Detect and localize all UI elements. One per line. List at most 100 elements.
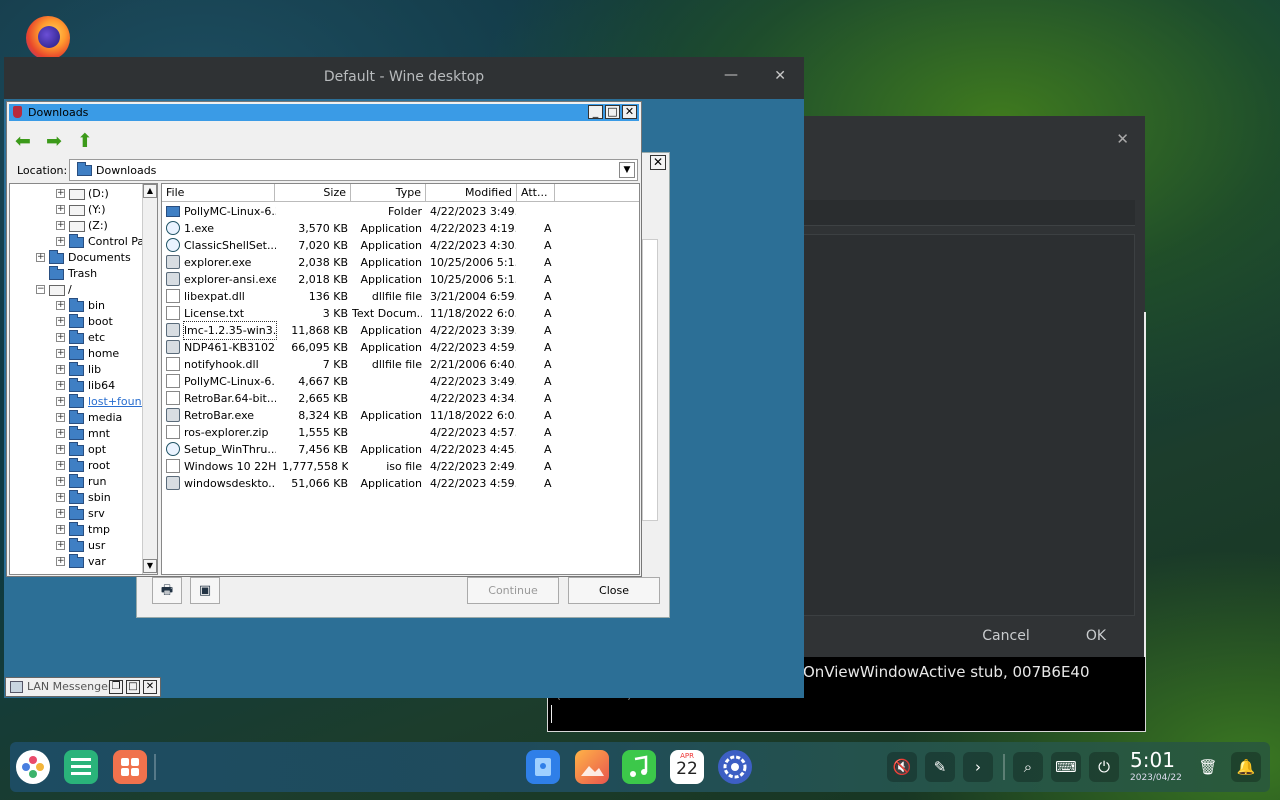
file-row[interactable]: RetroBar.64-bit.... 2,665 KB 4/22/2023 4:3…	[162, 390, 639, 407]
expand-icon[interactable]: +	[56, 317, 65, 326]
expand-icon[interactable]: +	[56, 349, 65, 358]
minimize-button[interactable]: —	[724, 67, 738, 83]
keyboard-icon[interactable]: ⌨	[1051, 752, 1081, 782]
expand-icon[interactable]: +	[56, 445, 65, 454]
column-header-type[interactable]: Type	[351, 184, 426, 202]
forward-icon[interactable]: ➡	[43, 130, 65, 152]
file-row[interactable]: ClassicShellSet... 7,020 KB Application 4/2…	[162, 237, 639, 254]
launcher-icon[interactable]	[16, 750, 50, 784]
tree-item[interactable]: + Control Panel	[10, 234, 157, 250]
chevron-down-icon[interactable]: ▼	[619, 162, 635, 178]
power-icon[interactable]: ⏻	[1089, 752, 1119, 782]
file-row[interactable]: Setup_WinThru... 7,456 KB Application 4/22/…	[162, 441, 639, 458]
expand-icon[interactable]: +	[56, 509, 65, 518]
maximize-button[interactable]: □	[126, 680, 140, 694]
close-icon[interactable]: ✕	[1116, 130, 1129, 148]
window-titlebar[interactable]: Downloads _ □ ✕	[9, 104, 639, 121]
continue-button[interactable]: Continue	[467, 577, 559, 604]
expand-icon[interactable]: +	[56, 333, 65, 342]
tree-item[interactable]: Trash	[10, 266, 144, 282]
file-row[interactable]: RetroBar.exe 8,324 KB Application 11/18/202…	[162, 407, 639, 424]
app-store-icon[interactable]	[113, 750, 147, 784]
tree-item[interactable]: + sbin	[10, 490, 144, 506]
column-header-file[interactable]: File	[162, 184, 275, 202]
tree-item[interactable]: + (D:)	[10, 186, 144, 202]
dialog-field[interactable]	[800, 200, 1135, 226]
volume-muted-icon[interactable]: 🔇	[887, 752, 917, 782]
close-button[interactable]: ✕	[774, 68, 786, 84]
tree-item[interactable]: + srv	[10, 506, 144, 522]
expand-icon[interactable]: +	[56, 205, 65, 214]
file-row[interactable]: 1.exe 3,570 KB Application 4/22/2023 4:19..…	[162, 220, 639, 237]
file-row[interactable]: notifyhook.dll 7 KB dllfile file 2/21/2006 …	[162, 356, 639, 373]
tree-item[interactable]: + usr	[10, 538, 144, 554]
expand-icon[interactable]: +	[56, 237, 65, 246]
tree-item[interactable]: + tmp	[10, 522, 144, 538]
column-header-attributes[interactable]: Att...	[517, 184, 555, 202]
file-row[interactable]: License.txt 3 KB Text Docum... 11/18/2022 6…	[162, 305, 639, 322]
expand-icon[interactable]: +	[56, 493, 65, 502]
expand-icon[interactable]: +	[56, 429, 65, 438]
ok-button[interactable]: OK	[1066, 624, 1126, 648]
window-titlebar[interactable]: Default - Wine desktop — ✕	[4, 57, 804, 99]
back-icon[interactable]: ⬅	[12, 130, 34, 152]
file-row[interactable]: Windows 10 22H... 1,777,558 KB iso file 4/2…	[162, 458, 639, 475]
tree-item[interactable]: − /	[10, 282, 144, 298]
file-row[interactable]: NDP461-KB3102... 66,095 KB Application 4/22…	[162, 339, 639, 356]
chevron-right-icon[interactable]: ›	[963, 752, 993, 782]
expand-icon[interactable]: +	[56, 301, 65, 310]
tree-item[interactable]: + lib64	[10, 378, 144, 394]
search-icon[interactable]: ⌕	[1013, 752, 1043, 782]
scroll-down-icon[interactable]: ▼	[143, 559, 157, 573]
settings-icon[interactable]	[718, 750, 752, 784]
up-icon[interactable]: ⬆	[74, 130, 96, 152]
tree-item[interactable]: + Documents	[10, 250, 144, 266]
file-manager-icon[interactable]	[526, 750, 560, 784]
tree-item[interactable]: + home	[10, 346, 144, 362]
restore-button[interactable]: ❐	[109, 680, 123, 694]
scroll-up-icon[interactable]: ▲	[143, 184, 157, 198]
firefox-icon[interactable]	[26, 16, 70, 60]
close-dialog-button[interactable]: Close	[568, 577, 660, 604]
expand-icon[interactable]: +	[56, 365, 65, 374]
column-header-modified[interactable]: Modified	[426, 184, 517, 202]
tree-item[interactable]: + media	[10, 410, 144, 426]
collapse-icon[interactable]: −	[36, 285, 45, 294]
file-row[interactable]: PollyMC-Linux-6.... 4,667 KB 4/22/2023 3:4…	[162, 373, 639, 390]
expand-icon[interactable]: +	[56, 381, 65, 390]
trash-icon[interactable]: 🗑	[1193, 752, 1223, 782]
clock-time[interactable]: 5:01	[1130, 748, 1175, 772]
expand-icon[interactable]: +	[56, 461, 65, 470]
folder-tree[interactable]: + (D:) + (Y:) + (Z:) + Control Panel + Documents T…	[9, 183, 158, 575]
tree-item[interactable]: + bin	[10, 298, 144, 314]
tree-item[interactable]: + lib	[10, 362, 144, 378]
file-row[interactable]: PollyMC-Linux-6.3 Folder 4/22/2023 3:49...	[162, 203, 639, 220]
file-row[interactable]: explorer.exe 2,038 KB Application 10/25/200…	[162, 254, 639, 271]
close-button[interactable]: ✕	[650, 155, 666, 170]
tree-item[interactable]: + (Y:)	[10, 202, 144, 218]
expand-icon[interactable]: +	[56, 221, 65, 230]
expand-icon[interactable]: +	[56, 557, 65, 566]
pen-icon[interactable]: ✎	[925, 752, 955, 782]
file-row[interactable]: ros-explorer.zip 1,555 KB 4/22/2023 4:57..…	[162, 424, 639, 441]
tree-item[interactable]: + mnt	[10, 426, 144, 442]
maximize-button[interactable]: □	[605, 105, 620, 119]
tree-item[interactable]: + etc	[10, 330, 144, 346]
print-icon[interactable]: 🖶	[152, 577, 182, 604]
calendar-icon[interactable]: APR 22	[670, 750, 704, 784]
close-button[interactable]: ✕	[143, 680, 157, 694]
expand-icon[interactable]: +	[56, 477, 65, 486]
music-icon[interactable]	[622, 750, 656, 784]
lan-messenger-window[interactable]: LAN Messenger ❐ □ ✕	[5, 677, 161, 697]
tree-item[interactable]: + lost+found	[10, 394, 149, 410]
close-button[interactable]: ✕	[622, 105, 637, 119]
file-list[interactable]: File Size Type Modified Att... PollyMC-L…	[161, 183, 640, 575]
tree-scrollbar[interactable]: ▲ ▼	[142, 184, 157, 574]
expand-icon[interactable]: +	[56, 525, 65, 534]
photos-icon[interactable]	[575, 750, 609, 784]
expand-icon[interactable]: +	[36, 253, 45, 262]
file-row[interactable]: explorer-ansi.exe 2,018 KB Application 10/2…	[162, 271, 639, 288]
tree-item[interactable]: + (Z:)	[10, 218, 144, 234]
location-combobox[interactable]: Downloads ▼	[69, 159, 638, 181]
tree-item[interactable]: + opt	[10, 442, 144, 458]
